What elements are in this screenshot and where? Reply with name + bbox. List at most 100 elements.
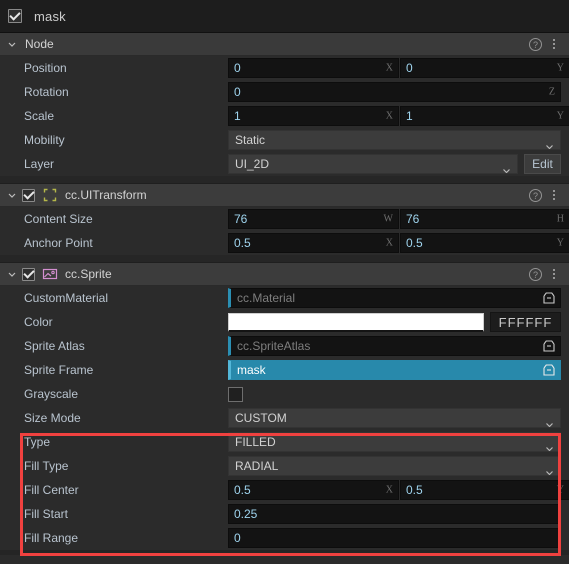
anchor-point-y-suffix: Y	[556, 237, 564, 249]
content-size-width-value: 76	[234, 212, 248, 226]
fill-range-input[interactable]: 0	[228, 528, 561, 548]
label-anchor-point: Anchor Point	[24, 236, 93, 250]
scale-x-value: 1	[234, 109, 241, 123]
fill-range-controls: 0	[228, 528, 569, 548]
property-row-anchor-point: Anchor Point 0.5 X 0.5 Y	[0, 231, 569, 255]
help-circle-icon[interactable]: ?	[528, 267, 543, 282]
position-x-value: 0	[234, 61, 241, 75]
property-row-fill-center: Fill Center 0.5 X 0.5 Y	[0, 478, 569, 502]
label-scale: Scale	[24, 109, 55, 123]
rotation-z-input[interactable]: 0 Z	[228, 82, 561, 102]
chevron-down-icon[interactable]	[6, 193, 18, 198]
sprite-atlas-controls: cc.SpriteAtlas	[228, 336, 569, 356]
mobility-controls: Static	[228, 130, 569, 150]
layer-value: UI_2D	[235, 157, 270, 171]
chevron-down-icon	[546, 464, 553, 476]
property-row-fill-range: Fill Range 0	[0, 526, 569, 550]
inspector-panel: mask Node ? Position 0 X 0 Y Rotation 0 …	[0, 0, 569, 564]
property-row-mobility: Mobility Static	[0, 128, 569, 152]
color-swatch[interactable]	[228, 312, 484, 332]
label-fill-start: Fill Start	[24, 507, 69, 521]
position-x-input[interactable]: 0 X	[228, 58, 399, 78]
label-sprite-frame: Sprite Frame	[24, 363, 94, 377]
layer-select[interactable]: UI_2D	[228, 154, 518, 174]
custom-material-asset-field[interactable]: cc.Material	[228, 288, 561, 308]
property-row-custom-material: CustomMaterial cc.Material	[0, 286, 569, 310]
content-size-width-input[interactable]: 76 W	[228, 209, 399, 229]
mobility-select[interactable]: Static	[228, 130, 561, 150]
kebab-menu-icon[interactable]	[547, 188, 561, 203]
chevron-down-icon[interactable]	[6, 272, 18, 277]
fill-start-input[interactable]: 0.25	[228, 504, 561, 524]
label-type: Type	[24, 435, 51, 449]
section-title-sprite: cc.Sprite	[65, 267, 112, 281]
grayscale-checkbox[interactable]	[228, 386, 243, 402]
content-size-controls: 76 W 76 H	[228, 209, 569, 229]
fill-center-x-input[interactable]: 0.5 X	[228, 480, 399, 500]
help-circle-icon[interactable]: ?	[528, 188, 543, 203]
help-circle-icon[interactable]: ?	[528, 37, 543, 52]
sprite-atlas-asset-field[interactable]: cc.SpriteAtlas	[228, 336, 561, 356]
scale-y-value: 1	[406, 109, 413, 123]
anchor-point-x-suffix: X	[385, 237, 393, 249]
content-size-width-suffix: W	[383, 213, 393, 225]
label-sprite-atlas: Sprite Atlas	[24, 339, 85, 353]
anchor-point-x-value: 0.5	[234, 236, 251, 250]
label-rotation: Rotation	[24, 85, 69, 99]
color-hex-field[interactable]: FFFFFF	[490, 312, 561, 332]
position-controls: 0 X 0 Y	[228, 58, 569, 78]
fill-type-select[interactable]: RADIAL	[228, 456, 561, 476]
property-row-content-size: Content Size 76 W 76 H	[0, 207, 569, 231]
custom-material-placeholder: cc.Material	[237, 291, 296, 305]
anchor-point-controls: 0.5 X 0.5 Y	[228, 233, 569, 253]
asset-locate-icon[interactable]	[538, 361, 560, 379]
fill-center-y-value: 0.5	[406, 483, 423, 497]
chevron-down-icon	[546, 138, 553, 150]
fill-center-y-suffix: Y	[556, 484, 564, 496]
property-row-layer: Layer UI_2D Edit	[0, 152, 569, 176]
section-header-ui-transform[interactable]: cc.UITransform ?	[0, 184, 569, 207]
chevron-down-icon[interactable]	[6, 42, 18, 47]
size-mode-select[interactable]: CUSTOM	[228, 408, 561, 428]
mobility-value: Static	[235, 133, 266, 147]
type-select[interactable]: FILLED	[228, 432, 561, 452]
anchor-point-y-input[interactable]: 0.5 Y	[400, 233, 569, 253]
layer-edit-button[interactable]: Edit	[524, 154, 561, 174]
property-row-sprite-frame: Sprite Frame mask	[0, 358, 569, 382]
property-row-size-mode: Size Mode CUSTOM	[0, 406, 569, 430]
ui-transform-enabled-checkbox[interactable]	[22, 188, 35, 202]
label-custom-material: CustomMaterial	[24, 291, 109, 305]
asset-locate-icon[interactable]	[538, 337, 560, 355]
content-size-height-suffix: H	[556, 213, 564, 225]
label-grayscale: Grayscale	[24, 387, 79, 401]
scale-y-input[interactable]: 1 Y	[400, 106, 569, 126]
chevron-down-icon	[546, 440, 553, 452]
sprite-frame-value: mask	[237, 363, 266, 377]
sprite-frame-controls: mask	[228, 360, 569, 380]
kebab-menu-icon[interactable]	[547, 37, 561, 52]
sprite-frame-asset-field[interactable]: mask	[228, 360, 561, 380]
section-title-ui-transform: cc.UITransform	[65, 188, 147, 202]
sprite-enabled-checkbox[interactable]	[22, 267, 35, 281]
fill-center-y-input[interactable]: 0.5 Y	[400, 480, 569, 500]
label-size-mode: Size Mode	[24, 411, 81, 425]
node-name-label[interactable]: mask	[34, 9, 66, 24]
property-row-scale: Scale 1 X 1 Y	[0, 104, 569, 128]
panel-bottom-divider	[0, 550, 569, 555]
label-position: Position	[24, 61, 67, 75]
anchor-point-x-input[interactable]: 0.5 X	[228, 233, 399, 253]
kebab-menu-icon[interactable]	[547, 267, 561, 282]
scale-y-suffix: Y	[556, 110, 564, 122]
size-mode-controls: CUSTOM	[228, 408, 569, 428]
section-divider	[0, 176, 569, 184]
content-size-height-input[interactable]: 76 H	[400, 209, 569, 229]
section-header-node[interactable]: Node ?	[0, 33, 569, 56]
asset-locate-icon[interactable]	[538, 289, 560, 307]
scale-x-input[interactable]: 1 X	[228, 106, 399, 126]
property-row-grayscale: Grayscale	[0, 382, 569, 406]
label-layer: Layer	[24, 157, 55, 171]
node-enabled-checkbox[interactable]	[8, 9, 22, 23]
section-header-sprite[interactable]: cc.Sprite ?	[0, 263, 569, 286]
position-y-input[interactable]: 0 Y	[400, 58, 569, 78]
node-name-bar: mask	[0, 0, 569, 33]
